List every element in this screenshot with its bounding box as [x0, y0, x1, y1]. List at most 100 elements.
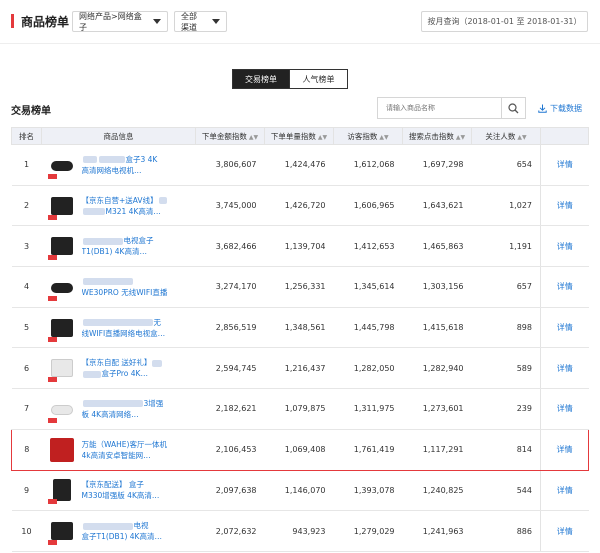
- detail-link[interactable]: 详情: [540, 510, 589, 552]
- detail-link[interactable]: 详情: [540, 470, 589, 512]
- tab-popularity-ranking[interactable]: 人气榜单: [290, 69, 348, 89]
- section-title: 交易榜单: [11, 106, 51, 117]
- product-thumbnail: [47, 273, 76, 301]
- product-cell: 【京东自配 送好礼】 盒子Pro 4K…: [41, 347, 196, 390]
- visitors-cell: 1,282,050: [333, 347, 403, 390]
- product-name-line1: 电视盒子: [123, 236, 154, 246]
- product-name-line2: 高清网络电视机…: [81, 165, 142, 175]
- order-count-cell: 943,923: [264, 510, 334, 552]
- col-label: 关注人数: [485, 131, 516, 141]
- download-data-link[interactable]: 下载数据: [538, 103, 582, 114]
- search-input[interactable]: [378, 98, 501, 118]
- product-name-line1: 3增强: [143, 398, 164, 408]
- search-clicks-cell: 1,273,601: [402, 388, 472, 430]
- product-cell: WE30PRO 无线WIFI直播: [41, 266, 196, 308]
- visitors-cell: 1,606,965: [333, 185, 403, 227]
- order-amount-cell: 2,856,519: [195, 307, 265, 349]
- sort-icon: ▲▼: [317, 133, 328, 141]
- detail-link[interactable]: 详情: [540, 428, 589, 471]
- product-thumbnail: [47, 395, 76, 423]
- col-order-amount[interactable]: 下单金额指数 ▲▼: [195, 127, 265, 145]
- product-name-line1: 无: [153, 317, 162, 327]
- product-name-link[interactable]: 3增强板 4K高清网络…: [82, 398, 182, 420]
- product-name-line2: T1(DB1) 4K高清…: [81, 247, 147, 257]
- search-clicks-cell: 1,697,298: [402, 144, 472, 186]
- search-clicks-cell: 1,282,940: [402, 347, 472, 390]
- product-name-line2: WE30PRO 无线WIFI直播: [81, 287, 168, 297]
- product-cell: 万能（WAHE)客厅一体机 4k高清安卓智能网…: [41, 428, 196, 471]
- product-cell: 电视盒子T1(DB1) 4K高清…: [41, 225, 196, 268]
- tab-transaction-ranking[interactable]: 交易榜单: [232, 69, 290, 89]
- category-dropdown[interactable]: 网络产品>网络盒子: [72, 11, 168, 32]
- search-clicks-cell: 1,415,618: [402, 307, 472, 349]
- product-name-link[interactable]: 盒子3 4K 高清网络电视机…: [82, 154, 182, 176]
- col-search-clicks[interactable]: 搜索点击指数 ▲▼: [402, 127, 472, 145]
- detail-link[interactable]: 详情: [540, 266, 589, 308]
- detail-link[interactable]: 详情: [540, 347, 589, 390]
- product-name-link[interactable]: 万能（WAHE)客厅一体机 4k高清安卓智能网…: [82, 439, 182, 461]
- table-row-highlighted: 8 万能（WAHE)客厅一体机 4k高清安卓智能网… 2,106,453 1,06…: [11, 428, 589, 471]
- product-name-line2: M321 4K高清…: [105, 206, 161, 216]
- col-order-count[interactable]: 下单单量指数 ▲▼: [264, 127, 334, 145]
- follows-cell: 886: [471, 510, 541, 552]
- product-name-link[interactable]: 电视盒子T1(DB1) 4K高清…: [82, 235, 182, 257]
- product-cell: 无线WIFI直播网络电视盒…: [41, 307, 196, 349]
- order-amount-cell: 3,274,170: [195, 266, 265, 308]
- product-thumbnail: [47, 151, 76, 179]
- product-name-line1: 【京东自配 送好礼】: [81, 358, 152, 368]
- order-amount-cell: 2,072,632: [195, 510, 265, 552]
- follows-cell: 239: [471, 388, 541, 430]
- table-row: 5 无线WIFI直播网络电视盒… 2,856,519 1,348,561 1,4…: [11, 307, 589, 349]
- product-name-link[interactable]: 无线WIFI直播网络电视盒…: [82, 317, 182, 339]
- product-name-link[interactable]: 【京东配送】 盒子 M330增强版 4K高清…: [82, 479, 182, 501]
- table-row: 9 【京东配送】 盒子 M330增强版 4K高清… 2,097,638 1,146…: [11, 470, 589, 512]
- product-name-line1: 【京东自营+送AV线】: [81, 195, 158, 205]
- channel-dropdown-value: 全部渠道: [181, 11, 197, 32]
- rank-cell: 1: [11, 144, 42, 186]
- table-row: 6 【京东自配 送好礼】 盒子Pro 4K… 2,594,745 1,216,43…: [11, 347, 589, 390]
- table-row: 4 WE30PRO 无线WIFI直播 3,274,170 1,256,331 1…: [11, 266, 589, 308]
- col-follows[interactable]: 关注人数 ▲▼: [471, 127, 541, 145]
- detail-link[interactable]: 详情: [540, 388, 589, 430]
- search-clicks-cell: 1,117,291: [402, 428, 472, 471]
- order-amount-cell: 2,594,745: [195, 347, 265, 390]
- table-row: 10 电视 盒子T1(DB1) 4K高清… 2,072,632 943,923 1…: [11, 510, 589, 552]
- search-clicks-cell: 1,303,156: [402, 266, 472, 308]
- order-count-cell: 1,146,070: [264, 470, 334, 512]
- channel-dropdown[interactable]: 全部渠道: [174, 11, 227, 32]
- product-thumbnail: [47, 354, 76, 383]
- product-name-line2: 盒子Pro 4K…: [101, 369, 148, 379]
- product-name-line2: M330增强版 4K高清…: [81, 491, 160, 501]
- col-label: 访客指数: [347, 131, 378, 141]
- detail-link[interactable]: 详情: [540, 144, 589, 186]
- detail-link[interactable]: 详情: [540, 307, 589, 349]
- download-label: 下载数据: [550, 104, 582, 113]
- rank-cell: 7: [11, 388, 42, 430]
- detail-link[interactable]: 详情: [540, 185, 589, 227]
- product-cell: 3增强板 4K高清网络…: [41, 388, 196, 430]
- order-count-cell: 1,216,437: [264, 347, 334, 390]
- detail-link[interactable]: 详情: [540, 225, 589, 268]
- order-amount-cell: 3,745,000: [195, 185, 265, 227]
- product-thumbnail: [47, 476, 76, 505]
- date-range-selector[interactable]: 按月查询（2018-01-01 至 2018-01-31）: [421, 11, 588, 32]
- product-cell: 【京东配送】 盒子 M330增强版 4K高清…: [41, 470, 196, 512]
- follows-cell: 898: [471, 307, 541, 349]
- product-name-link[interactable]: WE30PRO 无线WIFI直播: [82, 276, 182, 298]
- col-visitors[interactable]: 访客指数 ▲▼: [333, 127, 403, 145]
- product-cell: 【京东自营+送AV线】 M321 4K高清…: [41, 185, 196, 227]
- rank-cell: 4: [11, 266, 42, 308]
- product-name-link[interactable]: 【京东自配 送好礼】 盒子Pro 4K…: [82, 357, 182, 379]
- search-button[interactable]: [501, 98, 525, 118]
- product-name-link[interactable]: 电视盒子T1(DB1) 4K高清…: [82, 520, 182, 542]
- search-clicks-cell: 1,241,963: [402, 510, 472, 552]
- col-label: 下单单量指数: [270, 131, 316, 141]
- col-rank: 排名: [11, 127, 42, 145]
- order-amount-cell: 2,182,621: [195, 388, 265, 430]
- rank-cell: 6: [11, 347, 42, 390]
- product-name-line2: 板 4K高清网络…: [81, 409, 139, 419]
- visitors-cell: 1,311,975: [333, 388, 403, 430]
- product-cell: 盒子3 4K 高清网络电视机…: [41, 144, 196, 186]
- product-name-link[interactable]: 【京东自营+送AV线】 M321 4K高清…: [82, 195, 182, 217]
- title-accent-bar: [11, 14, 14, 28]
